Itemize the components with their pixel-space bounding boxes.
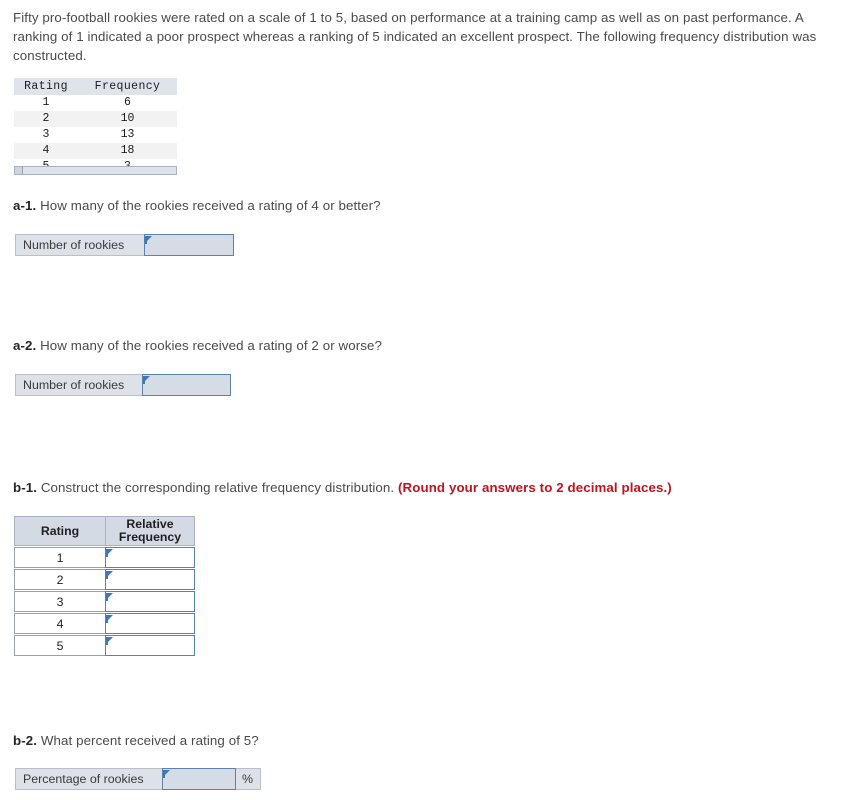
relative-frequency-input-1[interactable] bbox=[105, 547, 195, 568]
question-b1-body: Construct the corresponding relative fre… bbox=[37, 480, 399, 495]
cell-frequency: 6 bbox=[124, 96, 131, 109]
column-header-relative-frequency: Relative Frequency bbox=[105, 516, 195, 546]
answer-label-number-of-rookies-a2: Number of rookies bbox=[15, 374, 143, 396]
percent-suffix-label: % bbox=[235, 768, 261, 790]
column-header-frequency: Frequency bbox=[78, 78, 177, 95]
cell-rating: 5 bbox=[14, 635, 106, 656]
column-header-rating: Rating bbox=[14, 516, 106, 546]
table-row: 5 bbox=[14, 635, 196, 656]
question-a2-id: a-2. bbox=[13, 338, 37, 353]
question-a2-text: a-2. How many of the rookies received a … bbox=[13, 336, 382, 355]
table-row: 3 bbox=[14, 591, 196, 612]
input-marker-flag-icon bbox=[145, 236, 152, 244]
table-row: 2 10 bbox=[14, 111, 177, 127]
relative-frequency-input-4[interactable] bbox=[105, 613, 195, 634]
cell-rating: 1 bbox=[42, 96, 50, 109]
cell-frequency: 18 bbox=[78, 143, 177, 159]
table-row: 1 bbox=[14, 547, 196, 568]
input-marker-flag-icon bbox=[106, 571, 113, 579]
relative-frequency-input-3[interactable] bbox=[105, 591, 195, 612]
table-row: 4 18 bbox=[14, 143, 177, 159]
relative-frequency-table: Rating Relative Frequency 1 2 3 4 5 bbox=[14, 516, 196, 656]
answer-label-percentage-of-rookies: Percentage of rookies bbox=[15, 768, 163, 790]
question-b1-id: b-1. bbox=[13, 480, 38, 495]
input-marker-flag-icon bbox=[163, 770, 170, 778]
cell-rating: 4 bbox=[14, 143, 78, 159]
answer-input-a2[interactable] bbox=[142, 374, 231, 396]
column-header-line2: Frequency bbox=[118, 530, 182, 544]
cell-rating: 2 bbox=[14, 111, 78, 127]
answer-label-number-of-rookies-a1: Number of rookies bbox=[15, 234, 145, 256]
question-b2-id: b-2. bbox=[13, 733, 38, 748]
answer-row-b2: Percentage of rookies % bbox=[15, 768, 261, 790]
question-a1-text: a-1. How many of the rookies received a … bbox=[13, 196, 381, 215]
input-marker-flag-icon bbox=[106, 549, 113, 557]
column-header-rating: Rating bbox=[14, 78, 78, 95]
cell-rating: 3 bbox=[42, 128, 50, 141]
input-marker-flag-icon bbox=[106, 615, 113, 623]
question-page: Fifty pro-football rookies were rated on… bbox=[0, 0, 864, 800]
question-b1-text: b-1. Construct the corresponding relativ… bbox=[13, 478, 672, 497]
relative-frequency-header-row: Rating Relative Frequency bbox=[14, 516, 196, 546]
relative-frequency-input-5[interactable] bbox=[105, 635, 195, 656]
intro-paragraph: Fifty pro-football rookies were rated on… bbox=[13, 10, 817, 63]
answer-row-a1: Number of rookies bbox=[15, 234, 234, 256]
cell-rating: 2 bbox=[14, 569, 106, 590]
cell-rating: 1 bbox=[14, 547, 106, 568]
horizontal-scrollbar[interactable] bbox=[14, 166, 177, 175]
table-row: 2 bbox=[14, 569, 196, 590]
input-marker-flag-icon bbox=[143, 376, 150, 384]
table-header-row: Rating Frequency bbox=[14, 78, 177, 95]
question-a1-id: a-1. bbox=[13, 198, 37, 213]
table-row: 3 13 bbox=[14, 127, 177, 143]
question-a2-body: How many of the rookies received a ratin… bbox=[36, 338, 382, 353]
table-row: 1 6 bbox=[14, 95, 177, 111]
cell-rating: 3 bbox=[14, 591, 106, 612]
relative-frequency-input-2[interactable] bbox=[105, 569, 195, 590]
question-b2-body: What percent received a rating of 5? bbox=[37, 733, 259, 748]
answer-row-a2: Number of rookies bbox=[15, 374, 231, 396]
cell-rating: 4 bbox=[14, 613, 106, 634]
cell-frequency: 10 bbox=[78, 111, 177, 127]
table-row: 4 bbox=[14, 613, 196, 634]
input-marker-flag-icon bbox=[106, 593, 113, 601]
answer-input-b2[interactable] bbox=[162, 768, 236, 790]
input-marker-flag-icon bbox=[106, 637, 113, 645]
question-b2-text: b-2. What percent received a rating of 5… bbox=[13, 731, 259, 750]
scrollbar-thumb[interactable] bbox=[15, 167, 23, 174]
question-b1-rounding-instruction: (Round your answers to 2 decimal places.… bbox=[398, 480, 672, 495]
cell-frequency: 13 bbox=[120, 128, 135, 141]
question-a1-body: How many of the rookies received a ratin… bbox=[36, 198, 381, 213]
answer-input-a1[interactable] bbox=[144, 234, 234, 256]
frequency-distribution-table: Rating Frequency 1 6 2 10 3 13 4 18 bbox=[14, 78, 177, 175]
